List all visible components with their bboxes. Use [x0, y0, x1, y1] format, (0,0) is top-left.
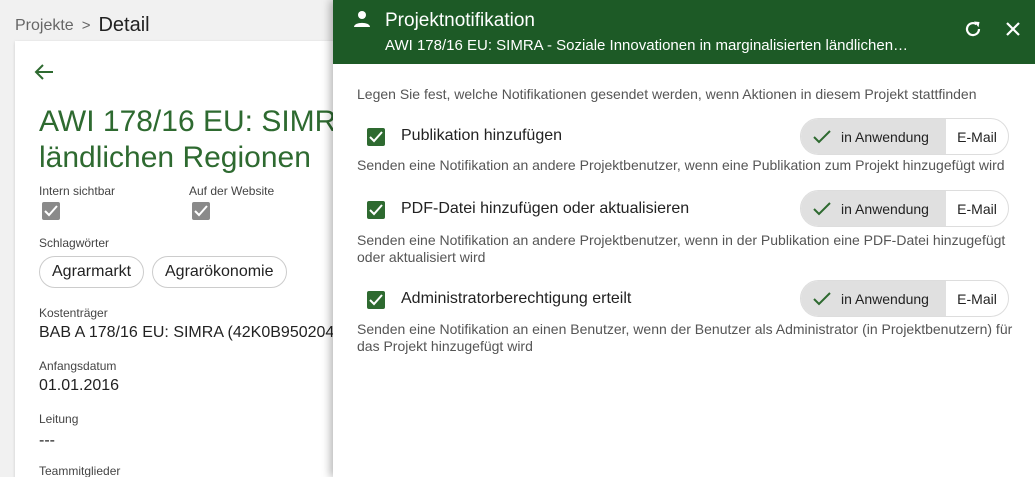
keywords-label: Schlagwörter [39, 236, 110, 250]
check-icon [813, 129, 831, 143]
toggle-option-in-app-label: in Anwendung [841, 200, 929, 217]
refresh-icon [965, 21, 981, 37]
toggle-option-email[interactable]: E-Mail [946, 191, 1008, 226]
notification-label: Administratorberechtigung erteilt [401, 290, 632, 307]
drawer-subtitle: AWI 178/16 EU: SIMRA - Soziale Innovatio… [385, 37, 909, 54]
check-icon [813, 201, 831, 215]
notification-checkbox[interactable] [367, 201, 385, 219]
check-icon [194, 205, 208, 217]
project-title-line-1: AWI 178/16 EU: SIMRA [39, 105, 357, 138]
project-title-line-2: ländlichen Regionen [39, 141, 311, 174]
close-icon [1006, 22, 1020, 36]
sponsor-label: Kostenträger [39, 306, 108, 320]
check-icon [369, 204, 383, 216]
breadcrumb-parent-link[interactable]: Projekte [15, 17, 74, 35]
start-date-value: 01.01.2016 [39, 377, 120, 394]
breadcrumb: Projekte > Detail [15, 14, 150, 37]
intern-visible-label: Intern sichtbar [39, 184, 116, 198]
drawer-header: Projektnotifikation AWI 178/16 EU: SIMRA… [333, 0, 1035, 64]
arrow-left-icon [34, 64, 53, 80]
close-button[interactable] [1000, 16, 1026, 42]
notification-description: Senden eine Notifikation an andere Proje… [357, 157, 1005, 173]
notification-drawer: Projektnotifikation AWI 178/16 EU: SIMRA… [333, 0, 1035, 477]
start-date-label: Anfangsdatum [39, 359, 117, 373]
check-icon [369, 131, 383, 143]
delivery-toggle: in Anwendung E-Mail [800, 280, 1009, 317]
person-icon [354, 11, 370, 27]
check-icon [44, 205, 58, 217]
toggle-option-in-app-label: in Anwendung [841, 128, 929, 145]
notification-checkbox[interactable] [367, 291, 385, 309]
drawer-intro-text: Legen Sie fest, welche Notifikationen ge… [357, 86, 977, 102]
intern-visible-checkbox [42, 202, 60, 220]
check-icon [813, 291, 831, 305]
toggle-option-email[interactable]: E-Mail [946, 119, 1008, 154]
breadcrumb-separator: > [81, 17, 91, 34]
delivery-toggle: in Anwendung E-Mail [800, 190, 1009, 227]
lead-value: --- [39, 432, 55, 449]
toggle-option-email[interactable]: E-Mail [946, 281, 1008, 316]
team-members-label: Teammitglieder [39, 464, 121, 477]
notification-description: Senden eine Notifikation an einen Benutz… [357, 321, 1013, 354]
breadcrumb-current: Detail [98, 14, 150, 36]
back-button[interactable] [33, 62, 55, 82]
sponsor-value: BAB A 178/16 EU: SIMRA (42K0B950204 [39, 324, 335, 341]
toggle-option-in-app[interactable]: in Anwendung [801, 119, 946, 154]
toggle-option-in-app[interactable]: in Anwendung [801, 281, 946, 316]
toggle-option-in-app[interactable]: in Anwendung [801, 191, 946, 226]
notification-description: Senden eine Notifikation an andere Proje… [357, 232, 1006, 265]
website-label: Auf der Website [189, 184, 275, 198]
toggle-option-in-app-label: in Anwendung [841, 290, 929, 307]
refresh-button[interactable] [960, 16, 986, 42]
drawer-title: Projektnotifikation [385, 10, 535, 31]
keyword-chip[interactable]: Agrarmarkt [39, 256, 145, 288]
notification-checkbox[interactable] [367, 128, 385, 146]
keyword-chip[interactable]: Agrarökonomie [152, 256, 287, 288]
delivery-toggle: in Anwendung E-Mail [800, 118, 1009, 155]
lead-label: Leitung [39, 412, 79, 426]
project-title: AWI 178/16 EU: SIMRA ländlichen Regionen [39, 104, 356, 176]
check-icon [369, 294, 383, 306]
notification-label: Publikation hinzufügen [401, 127, 563, 144]
notification-label: PDF-Datei hinzufügen oder aktualisieren [401, 200, 690, 217]
website-checkbox [192, 202, 210, 220]
